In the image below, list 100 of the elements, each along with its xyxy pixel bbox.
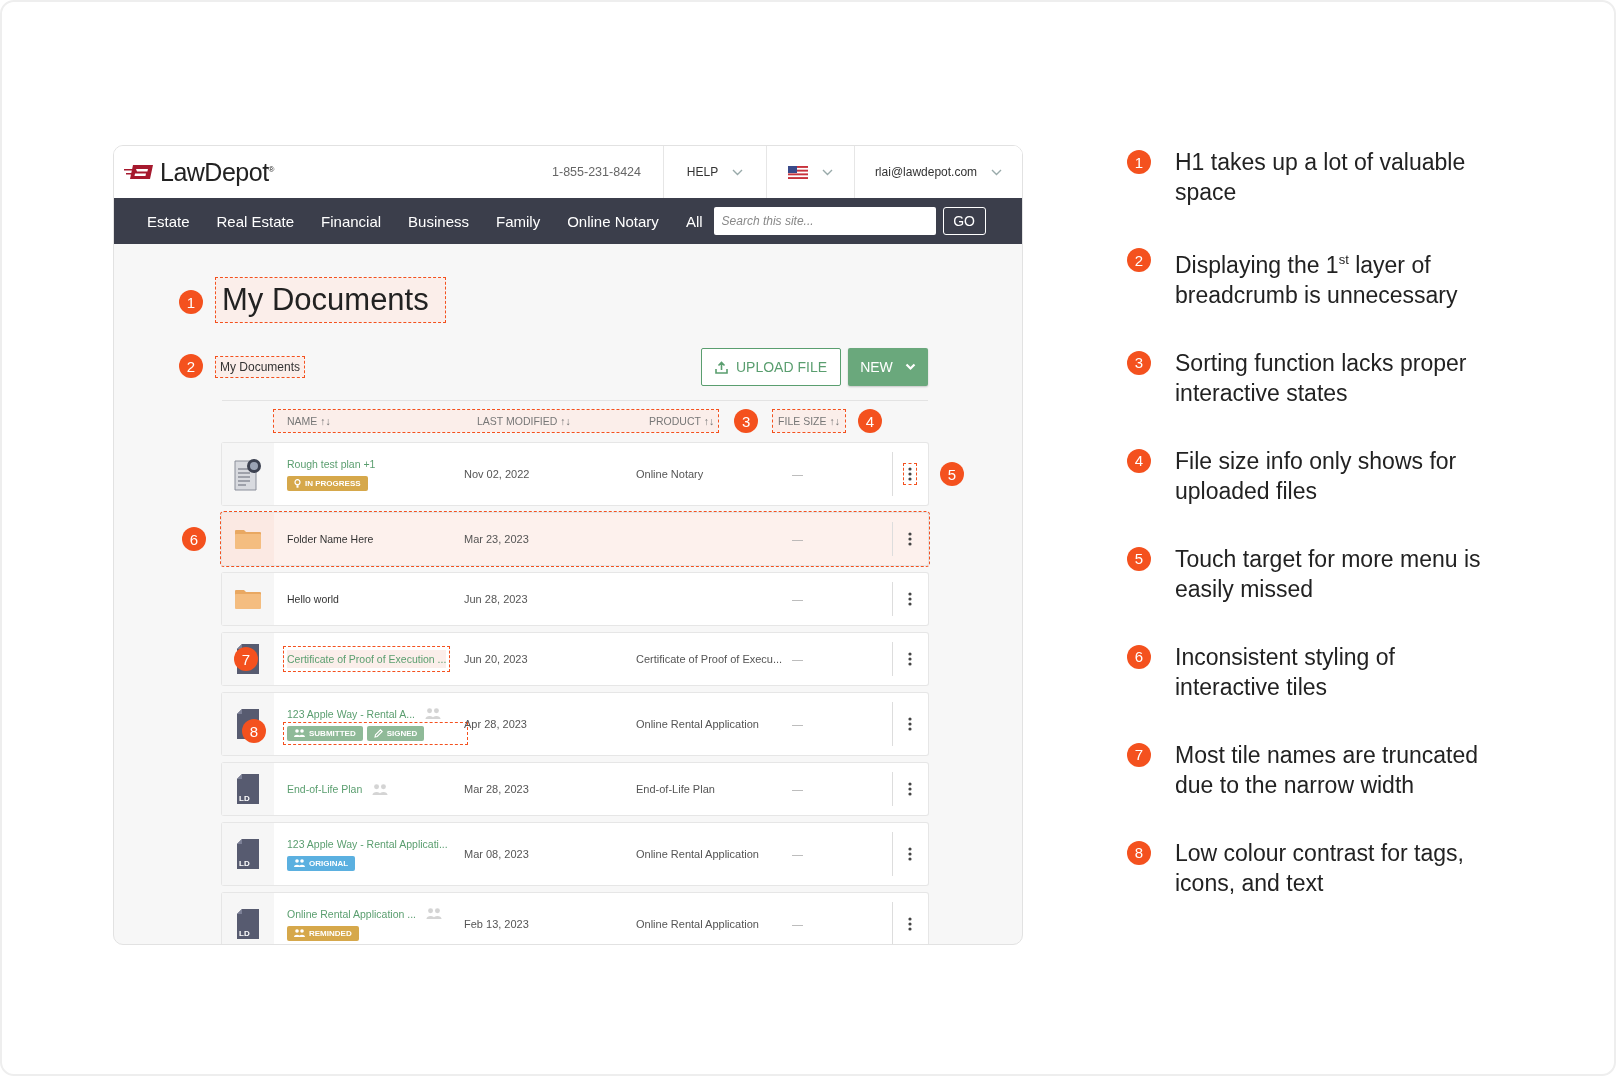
file-size-text: — bbox=[792, 533, 803, 545]
people-icon bbox=[294, 859, 305, 867]
annotation-note: Most tile names are truncated due to the narrow width bbox=[1175, 740, 1479, 800]
upload-icon bbox=[715, 360, 728, 374]
bulb-icon bbox=[294, 478, 301, 488]
chevron-icon bbox=[991, 168, 1003, 176]
annotation-marker: 7 bbox=[1127, 742, 1151, 767]
date-text: Jun 20, 2023 bbox=[464, 653, 528, 665]
chevron-icon bbox=[822, 168, 833, 176]
annotation-marker: 2 bbox=[179, 354, 203, 378]
highlighted-row[interactable]: Folder Name Here Mar 23, 2023 — bbox=[222, 513, 928, 565]
file-size-text: — bbox=[792, 718, 803, 730]
file-size-text: — bbox=[792, 593, 803, 605]
logo-icon bbox=[124, 163, 154, 181]
annotation-marker: 2 bbox=[1127, 248, 1151, 272]
certificate-icon bbox=[233, 457, 263, 491]
more-icon bbox=[908, 847, 912, 861]
more-icon bbox=[908, 532, 912, 546]
document-icon: LD bbox=[236, 909, 260, 939]
nav-link[interactable]: All bbox=[685, 212, 703, 230]
document-row[interactable]: LD 123 Apple Way - Rental Applicati... ORIGINAL Mar 08, 2023 Online Rental Application — bbox=[222, 823, 928, 885]
more-icon bbox=[908, 717, 912, 731]
nav-link[interactable]: Financial bbox=[321, 212, 382, 230]
annotation-marker: 4 bbox=[858, 409, 882, 433]
column-header[interactable]: FILE SIZE ↑↓ bbox=[773, 410, 845, 432]
annotation-note: Inconsistent styling of interactive tiles bbox=[1175, 642, 1396, 702]
document-row[interactable]: LD Online Rental Application ... REMINDED Feb 13, 2023 Online Rental Application — bbox=[222, 893, 928, 944]
annotation-marker: 5 bbox=[940, 462, 964, 486]
breadcrumb-link[interactable]: My Documents bbox=[216, 357, 305, 377]
annotation-marker: 4 bbox=[1127, 448, 1151, 473]
product-text: Online Rental Application bbox=[636, 848, 759, 860]
date-text: Mar 08, 2023 bbox=[464, 848, 529, 860]
tag-label: SUBMITTED bbox=[309, 728, 356, 738]
file-size-text: — bbox=[792, 653, 803, 665]
column-header[interactable]: NAME ↑↓ bbox=[274, 415, 464, 427]
tag-label: ORIGINAL bbox=[309, 858, 349, 868]
people-icon bbox=[294, 729, 305, 737]
file-size-text: — bbox=[792, 848, 803, 860]
annotation-marker: 8 bbox=[1127, 840, 1151, 865]
more-icon bbox=[908, 782, 912, 796]
chevron-icon bbox=[904, 363, 916, 371]
annotation-marker: 1 bbox=[1127, 150, 1151, 174]
folder-icon bbox=[235, 529, 261, 549]
annotation-note: Touch target for more menu is easily missed bbox=[1175, 544, 1482, 604]
date-text: Feb 13, 2023 bbox=[464, 918, 529, 930]
document-row[interactable]: Hello world Jun 28, 2023 — bbox=[222, 573, 928, 625]
date-text: Mar 23, 2023 bbox=[464, 533, 529, 545]
annotation-marker: 6 bbox=[182, 527, 206, 551]
file-size-text: — bbox=[792, 918, 803, 930]
annotation-marker: 1 bbox=[179, 290, 203, 314]
product-text: Certificate of Proof of Execu... bbox=[636, 653, 783, 665]
logo-text[interactable]: LawDepot$^{®}$ bbox=[160, 157, 274, 187]
column-header[interactable]: LAST MODIFIED ↑↓ bbox=[464, 415, 636, 427]
product-text: Online Rental Application bbox=[636, 718, 759, 730]
product-text: End-of-Life Plan bbox=[636, 783, 715, 795]
column-header[interactable]: PRODUCT ↑↓ bbox=[636, 415, 715, 427]
nav-link[interactable]: Estate bbox=[147, 212, 190, 230]
nav-link[interactable]: Business bbox=[408, 212, 469, 230]
annotation-note: Displaying the 1$^{st}$ layer of breadcrumb is unnecessary bbox=[1175, 250, 1459, 310]
date-text: Jun 28, 2023 bbox=[464, 593, 528, 605]
document-row[interactable]: LD End-of-Life Plan Mar 28, 2023 End-of-Life Plan — bbox=[222, 763, 928, 815]
date-text: Nov 02, 2022 bbox=[464, 468, 530, 480]
more-icon bbox=[908, 652, 912, 666]
tag-label: REMINDED bbox=[309, 928, 352, 938]
product-text: Online Rental Application bbox=[636, 918, 759, 930]
more-icon bbox=[908, 917, 912, 931]
nav-link[interactable]: Real Estate bbox=[216, 212, 295, 230]
folder-icon bbox=[235, 589, 261, 609]
annotation-note: Low colour contrast for tags, icons, and text bbox=[1175, 838, 1465, 898]
more-icon bbox=[908, 467, 912, 481]
date-text: Mar 28, 2023 bbox=[464, 783, 529, 795]
more-icon bbox=[908, 592, 912, 606]
chevron-icon bbox=[732, 168, 744, 176]
search-field[interactable]: Search this site... bbox=[713, 207, 936, 235]
document-name[interactable]: Hello world bbox=[287, 593, 339, 605]
annotation-note: Sorting function lacks proper interactive states bbox=[1175, 348, 1468, 408]
document-icon: LD bbox=[236, 839, 260, 869]
nav-link[interactable]: Family bbox=[496, 212, 541, 230]
more-button[interactable] bbox=[904, 464, 916, 484]
nav-link[interactable]: Online Notary bbox=[567, 212, 659, 230]
flag-icon bbox=[788, 165, 808, 179]
tag-label: IN PROGRESS bbox=[305, 478, 361, 488]
annotation-marker: 3 bbox=[1127, 350, 1151, 375]
date-text: Apr 28, 2023 bbox=[464, 718, 527, 730]
go-button[interactable]: GO bbox=[942, 207, 986, 235]
page-title: My Documents bbox=[216, 278, 445, 322]
file-size-text: — bbox=[792, 468, 803, 480]
people-icon bbox=[294, 929, 305, 937]
document-name[interactable]: Folder Name Here bbox=[287, 533, 374, 545]
phone-number: 1-855-231-8424 bbox=[552, 165, 641, 179]
pencil-icon bbox=[373, 728, 383, 738]
annotation-marker: 5 bbox=[1127, 546, 1151, 571]
tag-label: SIGNED bbox=[386, 728, 418, 738]
document-row[interactable]: Rough test plan +1 IN PROGRESS Nov 02, 2022 Online Notary — bbox=[222, 443, 928, 505]
document-icon: LD bbox=[236, 774, 260, 804]
account-menu[interactable]: rlai@lawdepot.com bbox=[854, 146, 1022, 198]
annotation-note: H1 takes up a lot of valuable space bbox=[1175, 148, 1467, 207]
annotation-marker: 3 bbox=[734, 409, 759, 433]
annotation-note: File size info only shows for uploaded files bbox=[1175, 446, 1458, 506]
annotation-marker: 6 bbox=[1127, 644, 1151, 669]
